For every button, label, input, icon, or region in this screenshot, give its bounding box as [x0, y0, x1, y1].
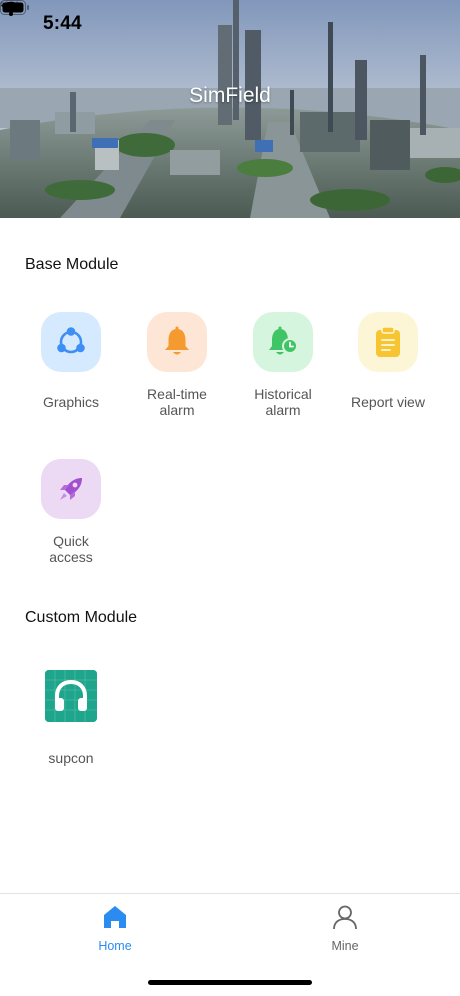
module-label: Historical alarm	[254, 386, 312, 418]
module-report-view[interactable]: Report view	[336, 312, 440, 410]
module-supcon[interactable]: supcon	[19, 670, 123, 766]
tab-mine[interactable]: Mine	[285, 904, 405, 953]
module-label: Graphics	[42, 394, 100, 410]
supcon-tile	[45, 670, 97, 722]
tab-label: Home	[98, 939, 132, 953]
quick-access-tile	[41, 459, 101, 519]
real-time-alarm-tile	[147, 312, 207, 372]
module-label: Report view	[351, 394, 425, 410]
battery-icon	[0, 0, 29, 15]
module-historical-alarm[interactable]: Historical alarm	[231, 312, 335, 418]
header-banner: 5:44 SimField	[0, 0, 460, 218]
tab-label: Mine	[331, 939, 359, 953]
module-label: supcon	[48, 750, 94, 766]
status-time: 5:44	[43, 13, 82, 34]
bell-clock-icon	[269, 326, 298, 355]
app-title: SimField	[189, 84, 271, 107]
headphones-icon	[45, 670, 97, 722]
rocket-icon	[60, 478, 82, 500]
module-real-time-alarm[interactable]: Real-time alarm	[125, 312, 229, 418]
report-view-tile	[358, 312, 418, 372]
tab-home[interactable]: Home	[55, 904, 175, 953]
home-icon	[104, 906, 126, 928]
share-nodes-icon	[57, 327, 85, 354]
section-title-base-module: Base Module	[25, 256, 119, 273]
user-icon	[333, 905, 357, 930]
section-title-custom-module: Custom Module	[25, 609, 138, 626]
graphics-tile	[41, 312, 101, 372]
historical-alarm-tile	[253, 312, 313, 372]
home-indicator[interactable]	[148, 980, 312, 985]
module-graphics[interactable]: Graphics	[19, 312, 123, 410]
clipboard-icon	[376, 326, 400, 357]
status-bar: 5:44	[0, 0, 460, 50]
bell-icon	[165, 326, 189, 355]
module-label: Quick access	[49, 533, 93, 565]
module-quick-access[interactable]: Quick access	[19, 459, 123, 565]
module-label: Real-time alarm	[147, 386, 207, 418]
